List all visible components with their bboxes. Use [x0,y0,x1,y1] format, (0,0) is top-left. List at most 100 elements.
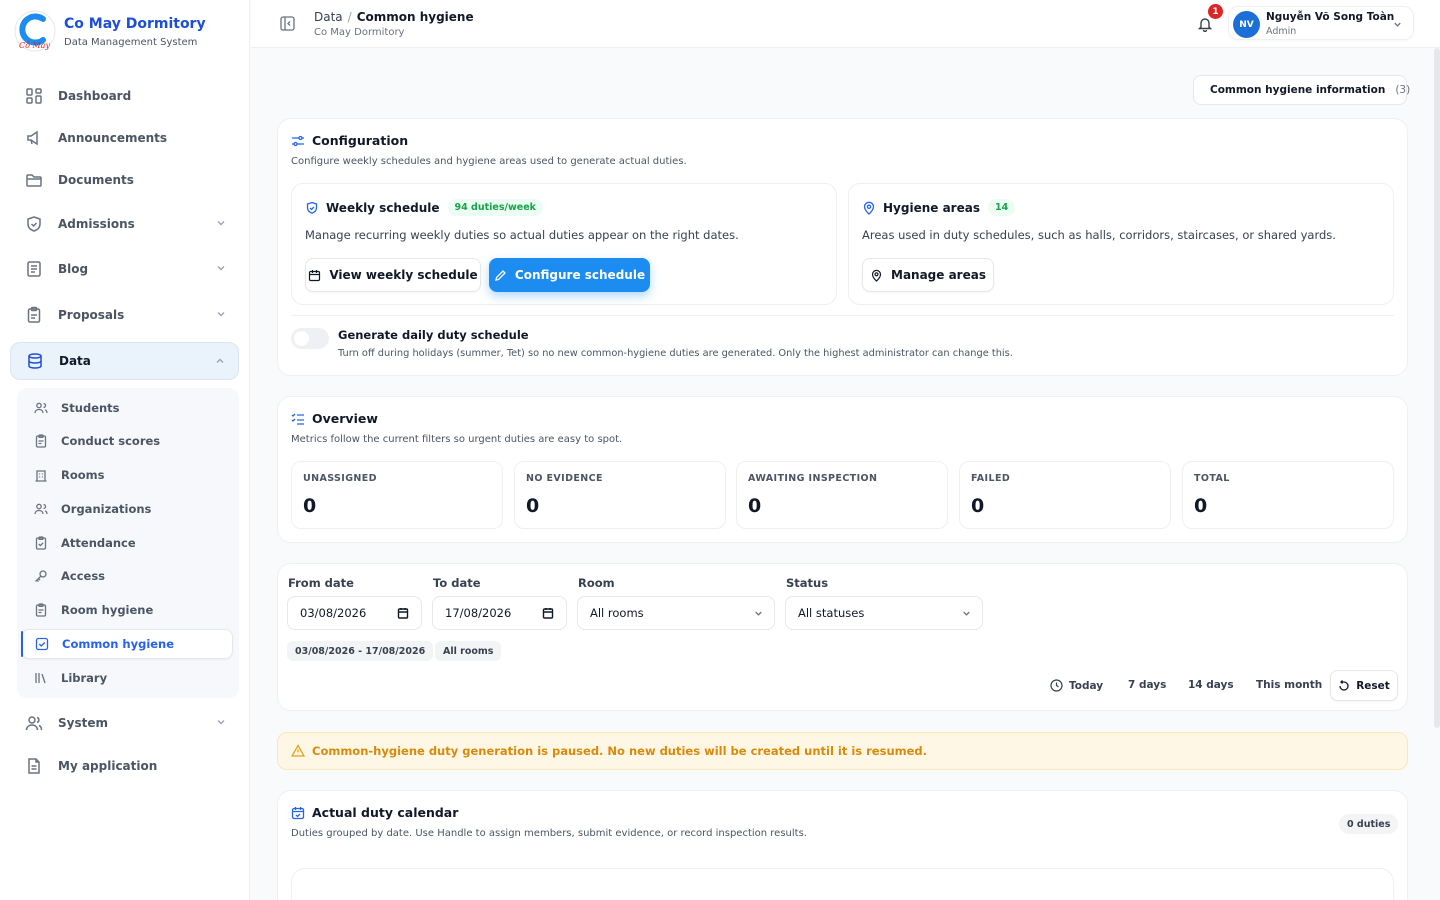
shield-check-icon [306,201,318,214]
sidebar-subitem-label: Library [61,671,108,685]
generate-schedule-toggle[interactable] [291,328,329,349]
building-icon [35,470,47,482]
sidebar-item-label: System [58,716,108,730]
calendar-icon [309,269,321,281]
metric-no-evidence: NO EVIDENCE 0 [514,461,726,529]
library-icon [35,673,46,684]
logo[interactable]: Cô May [14,10,56,52]
users-icon [25,716,43,731]
sidebar-item-data[interactable]: Data [10,342,239,380]
sidebar-item-proposals[interactable]: Proposals [10,296,239,334]
sidebar-subitem-conduct-scores[interactable]: Conduct scores [21,426,233,456]
sidebar-subitem-label: Students [61,401,120,415]
file-icon [28,758,40,774]
sidebar-subitem-organizations[interactable]: Organizations [21,494,233,524]
reset-button[interactable]: Reset [1330,670,1398,701]
date-range-chip: 03/08/2026 - 17/08/2026 [287,641,434,661]
list-check-icon [291,413,304,425]
scrollbar[interactable] [1434,48,1440,728]
status-select[interactable]: All statuses [785,596,983,630]
chevron-down-icon[interactable] [215,217,227,229]
users-icon [34,503,48,515]
room-select[interactable]: All rooms [577,596,775,630]
sidebar-subitem-label: Conduct scores [61,434,161,448]
quick-7-days-button[interactable]: 7 days [1128,679,1166,691]
quick-14-days-button[interactable]: 14 days [1188,679,1234,691]
overview-title: Overview [291,411,378,426]
svg-text:Cô May: Cô May [19,41,50,50]
breadcrumb: Data / Common hygiene [314,10,474,24]
sidebar-subitem-attendance[interactable]: Attendance [21,528,233,558]
room-chip: All rooms [435,641,502,661]
map-pin-icon [863,201,875,215]
avatar: NV [1233,11,1260,38]
database-icon [28,353,42,369]
chevron-down-icon [755,611,762,616]
to-date-label: To date [433,576,481,590]
configuration-title: Configuration [291,133,408,148]
from-date-input[interactable]: 03/08/2026 [287,596,422,630]
overview-description: Metrics follow the current filters so ur… [291,434,623,445]
map-pin-icon [871,269,882,282]
to-date-input[interactable]: 17/08/2026 [432,596,567,630]
quick-today-button[interactable]: Today [1050,679,1103,692]
sidebar-subitem-room-hygiene[interactable]: Room hygiene [21,595,233,625]
grid-icon [26,88,42,104]
metric-label: FAILED [971,473,1011,484]
info-button-label: Common hygiene information [1210,84,1386,96]
user-menu[interactable]: NV Nguyễn Võ Song Toàn Admin [1228,6,1414,40]
sidebar-subitem-rooms[interactable]: Rooms [21,460,233,490]
sidebar-item-label: Blog [58,262,89,276]
megaphone-icon [27,130,38,146]
weekly-schedule-description: Manage recurring weekly duties so actual… [305,228,739,242]
users-icon [34,402,48,414]
metric-label: AWAITING INSPECTION [748,473,878,484]
chevron-down-icon[interactable] [215,262,227,274]
sidebar-item-admissions[interactable]: Admissions [10,205,239,243]
sidebar-item-system[interactable]: System [10,704,239,742]
check-square-icon [35,637,49,651]
divider [291,315,1394,316]
notification-badge: 1 [1208,4,1223,19]
breadcrumb-parent[interactable]: Data [314,10,343,24]
sidebar-subitem-access[interactable]: Access [21,561,233,591]
duty-calendar-title: Actual duty calendar [291,805,458,820]
sidebar-subitem-label: Access [61,569,106,583]
page-subtitle: Co May Dormitory [314,27,405,38]
sidebar-item-blog[interactable]: Blog [10,250,239,288]
configure-schedule-button[interactable]: Configure schedule [489,258,650,292]
metric-unassigned: UNASSIGNED 0 [291,461,503,529]
duty-calendar-description: Duties grouped by date. Use Handle to as… [291,828,807,839]
status-label: Status [786,576,829,590]
chevron-down-icon[interactable] [215,308,227,320]
sidebar-item-dashboard[interactable]: Dashboard [10,77,239,115]
sidebar-subitem-library[interactable]: Library [21,663,233,693]
hygiene-info-button[interactable]: Common hygiene information (3) [1193,75,1410,105]
quick-this-month-button[interactable]: This month [1256,679,1322,691]
user-name: Nguyễn Võ Song Toàn [1266,11,1395,23]
toggle-knob [294,331,309,346]
hygiene-areas-description: Areas used in duty schedules, such as ha… [862,228,1336,242]
manage-areas-button[interactable]: Manage areas [862,258,994,292]
view-weekly-schedule-button[interactable]: View weekly schedule [305,258,481,292]
metric-value: 0 [971,495,985,517]
sidebar-item-my-application[interactable]: My application [10,747,239,785]
chevron-down-icon[interactable] [215,716,227,728]
paused-alert: Common-hygiene duty generation is paused… [277,732,1408,770]
bell-icon [1197,18,1213,32]
sidebar-subitem-students[interactable]: Students [21,393,233,423]
sidebar-item-label: Data [59,354,91,368]
duties-per-week-badge: 94 duties/week [447,199,543,216]
folder-icon [26,174,42,187]
sidebar-item-label: Admissions [58,217,135,231]
sidebar-item-announcements[interactable]: Announcements [10,119,239,157]
sidebar-subitem-common-hygiene[interactable]: Common hygiene [21,629,233,659]
chevron-down-icon [963,611,970,616]
duties-count-badge: 0 duties [1339,814,1399,834]
hygiene-areas-title: Hygiene areas 14 [862,199,1016,216]
brand-title: Co May Dormitory [64,16,206,32]
sidebar-toggle-icon[interactable] [280,16,295,31]
chevron-up-icon[interactable] [214,355,226,367]
clipboard-icon [35,434,47,448]
sidebar-item-documents[interactable]: Documents [10,161,239,199]
